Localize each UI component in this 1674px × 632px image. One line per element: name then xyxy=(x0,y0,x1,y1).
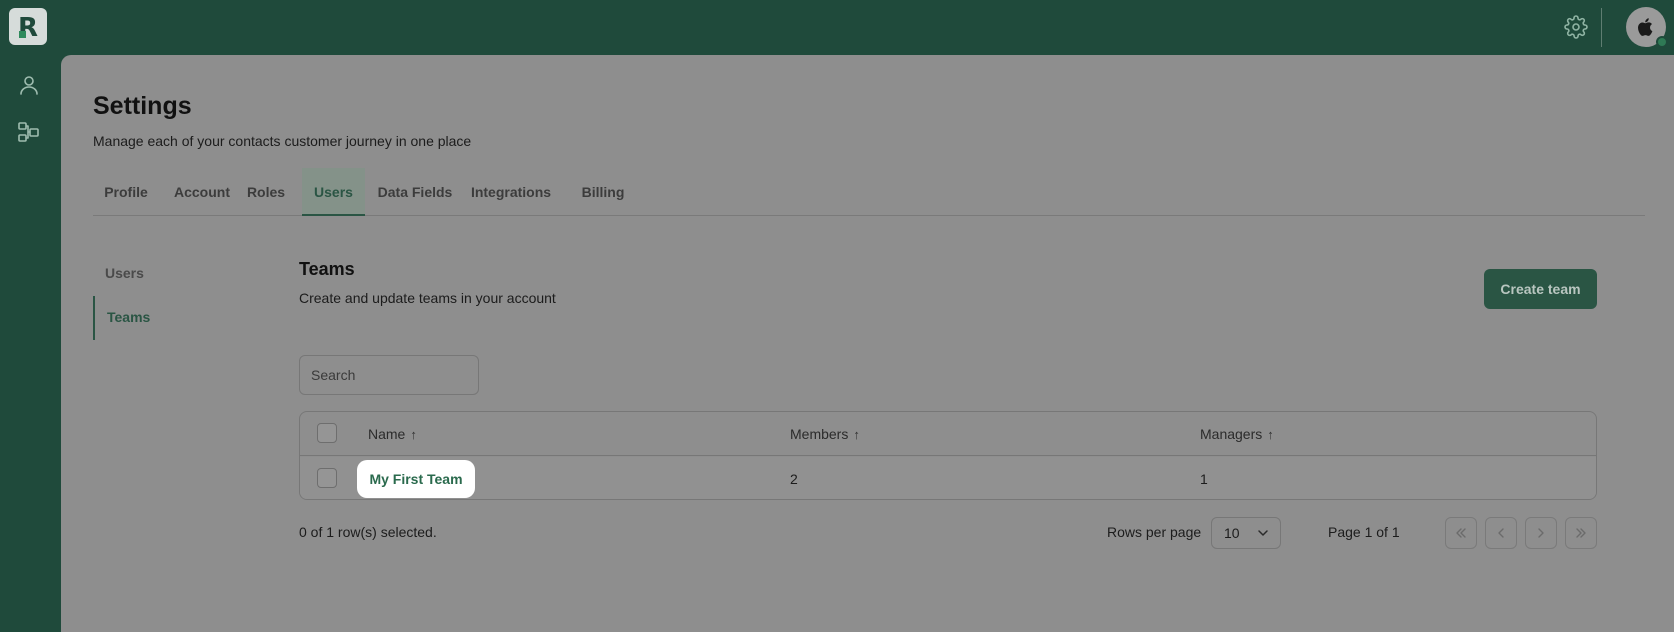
previous-page-button[interactable] xyxy=(1485,517,1517,549)
managers-count: 1 xyxy=(1200,471,1208,487)
subnav-item-users[interactable]: Users xyxy=(105,265,144,281)
create-team-button[interactable]: Create team xyxy=(1484,269,1597,309)
subnav-item-teams[interactable]: Teams xyxy=(107,309,150,325)
chevron-right-icon xyxy=(1538,528,1544,538)
tab-roles[interactable]: Roles xyxy=(243,168,289,215)
column-header-managers[interactable]: Managers ↑ xyxy=(1200,412,1274,456)
column-header-label: Members xyxy=(790,426,849,442)
chevrons-right-icon xyxy=(1576,528,1586,538)
rows-per-page-label: Rows per page xyxy=(1107,524,1202,540)
user-icon[interactable] xyxy=(17,73,41,97)
apple-icon xyxy=(1638,18,1653,36)
tab-billing[interactable]: Billing xyxy=(579,168,627,215)
select-all-checkbox[interactable] xyxy=(317,423,337,443)
tab-account[interactable]: Account xyxy=(169,168,235,215)
first-page-button[interactable] xyxy=(1445,517,1477,549)
next-page-button[interactable] xyxy=(1525,517,1557,549)
team-name-link[interactable]: My First Team xyxy=(357,460,475,498)
avatar[interactable] xyxy=(1626,7,1668,48)
tab-users[interactable]: Users xyxy=(302,168,365,216)
members-count: 2 xyxy=(790,471,798,487)
subnav-active-indicator xyxy=(93,296,95,340)
app-logo[interactable]: R xyxy=(9,8,47,45)
tab-integrations[interactable]: Integrations xyxy=(468,168,554,215)
sort-arrow-icon: ↑ xyxy=(853,426,860,442)
rows-per-page-select[interactable]: 10 xyxy=(1211,517,1281,549)
column-header-label: Managers xyxy=(1200,426,1263,442)
column-header-label: Name xyxy=(368,426,406,442)
search-input[interactable] xyxy=(299,355,479,395)
column-header-members[interactable]: Members ↑ xyxy=(790,412,860,456)
page-title: Settings xyxy=(93,92,192,120)
section-title: Teams xyxy=(299,259,355,279)
topbar-divider xyxy=(1601,8,1602,47)
tab-data-fields[interactable]: Data Fields xyxy=(374,168,456,215)
page-subtitle: Manage each of your contacts customer jo… xyxy=(93,133,472,149)
rows-per-page-value: 10 xyxy=(1224,525,1240,541)
chevron-down-icon xyxy=(1258,530,1268,536)
tab-profile[interactable]: Profile xyxy=(93,168,159,215)
chevrons-left-icon xyxy=(1456,528,1466,538)
top-bar: R xyxy=(0,0,1674,55)
teams-table: Name ↑ Members ↑ Managers ↑ My First Tea… xyxy=(299,411,1597,500)
row-checkbox[interactable] xyxy=(317,468,337,488)
settings-tabs: Profile Account Roles Users Data Fields … xyxy=(93,168,1645,216)
org-chart-icon[interactable] xyxy=(17,120,41,144)
logo-mark: R xyxy=(18,13,38,42)
chevron-left-icon xyxy=(1498,528,1504,538)
gear-icon[interactable] xyxy=(1564,15,1588,39)
last-page-button[interactable] xyxy=(1565,517,1597,549)
column-header-name[interactable]: Name ↑ xyxy=(368,412,417,456)
selection-status: 0 of 1 row(s) selected. xyxy=(299,524,437,540)
sort-arrow-icon: ↑ xyxy=(1267,426,1274,442)
section-subtitle: Create and update teams in your account xyxy=(299,290,556,306)
page-status: Page 1 of 1 xyxy=(1328,524,1400,540)
table-header-row: Name ↑ Members ↑ Managers ↑ xyxy=(300,412,1596,456)
online-status-dot xyxy=(1656,36,1668,48)
table-row[interactable]: My First Team 2 1 xyxy=(300,457,1596,499)
sort-arrow-icon: ↑ xyxy=(410,426,417,442)
